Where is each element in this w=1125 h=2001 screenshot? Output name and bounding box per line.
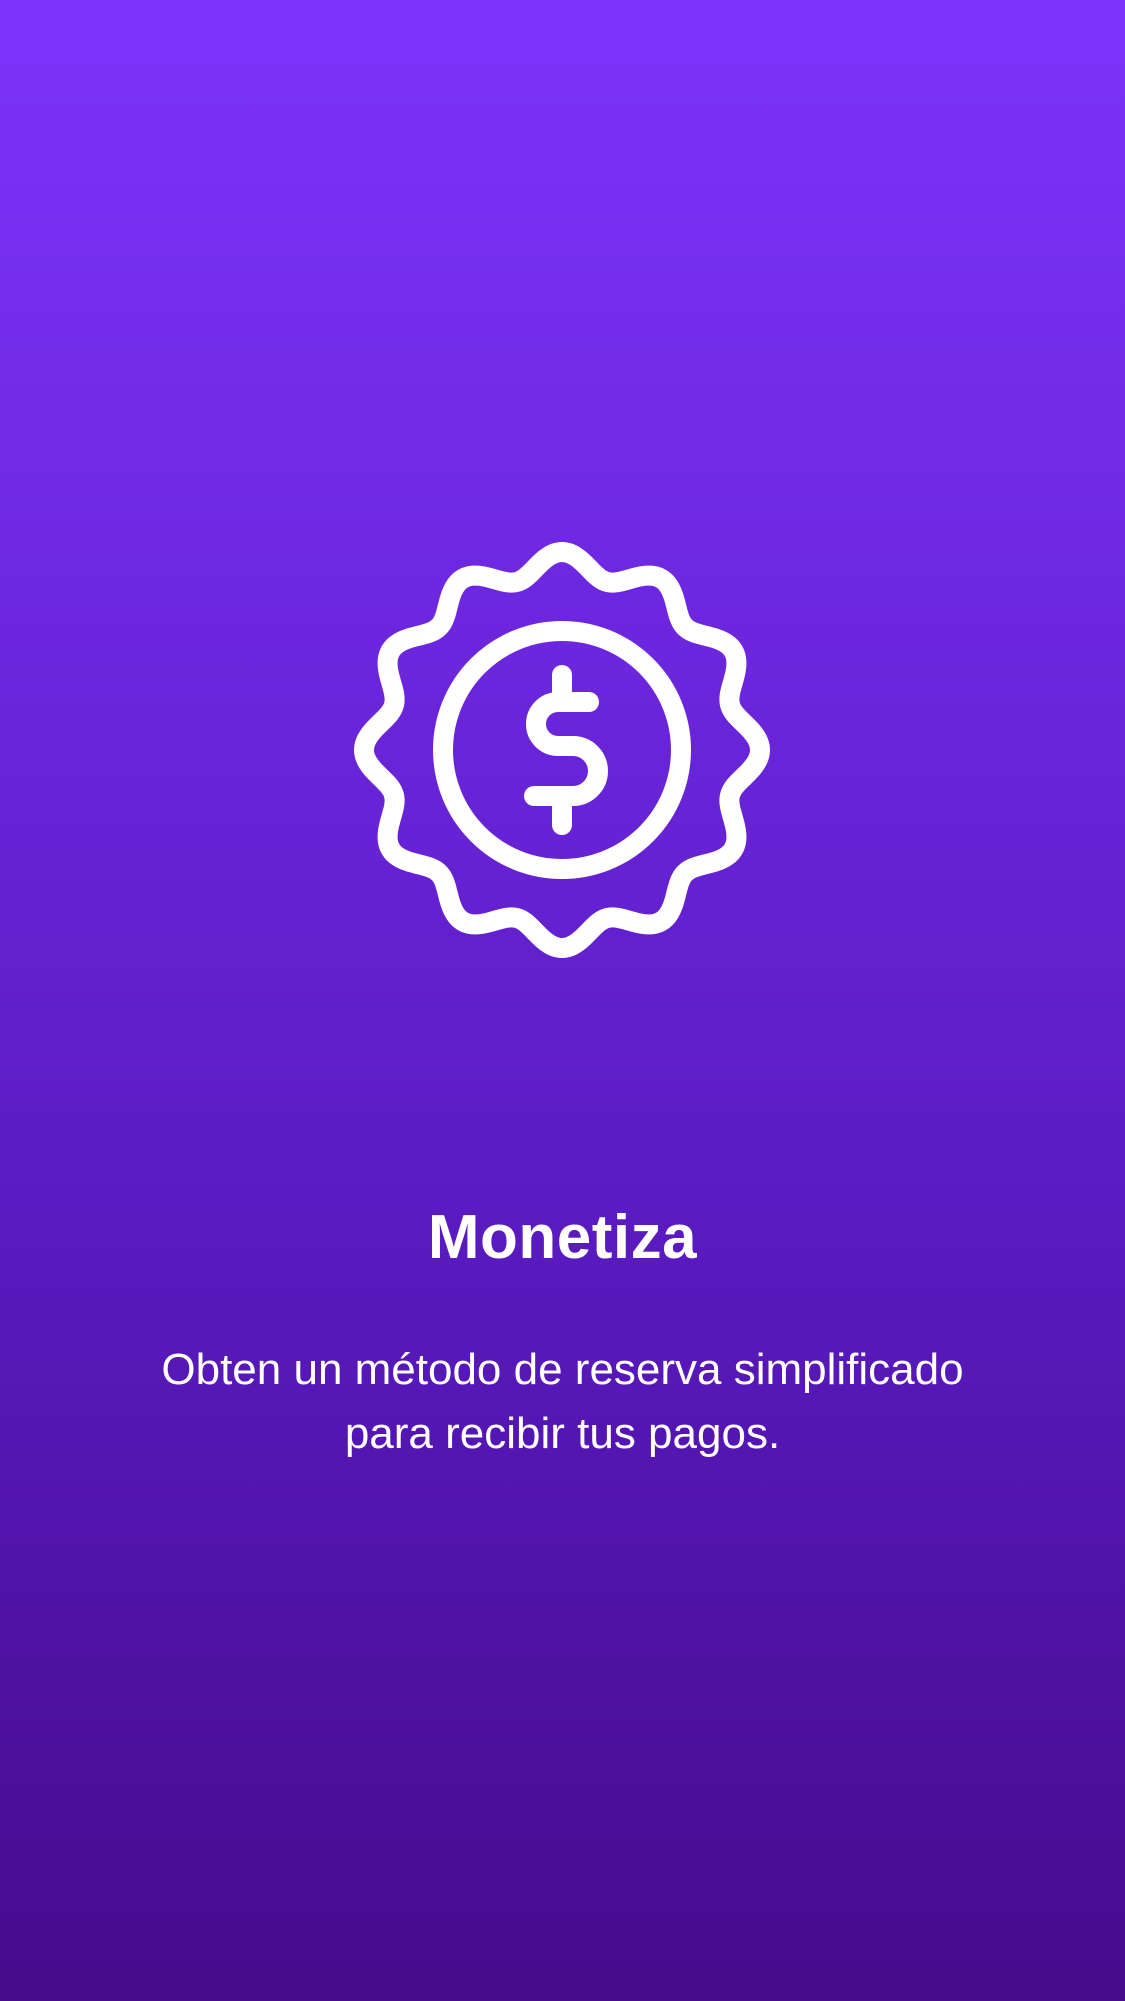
dollar-badge-icon [352, 538, 772, 962]
dollar-sign-icon [524, 665, 608, 835]
page-title: Monetiza [427, 1203, 698, 1272]
page-description: Obten un método de reserva simplificado … [161, 1345, 964, 1458]
onboarding-screen: Monetiza Obten un método de reserva simp… [0, 0, 1125, 2001]
